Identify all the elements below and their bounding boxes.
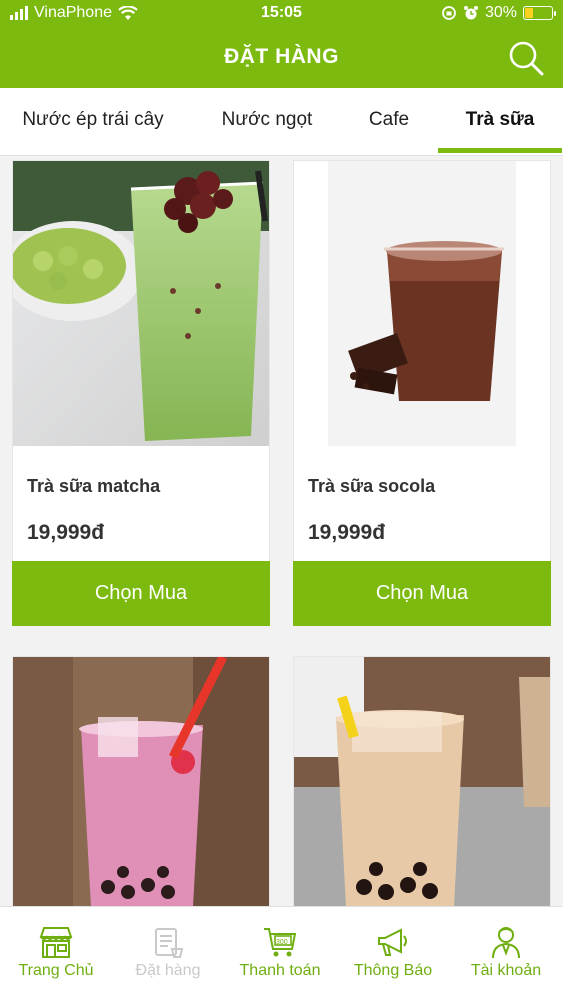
product-card-socola: Trà sữa socola 19,999đ Chọn Mua [293, 160, 551, 626]
nav-label: Tài khoản [470, 962, 542, 979]
buy-button-matcha[interactable]: Chọn Mua [12, 561, 270, 626]
product-card-3 [12, 656, 270, 907]
alarm-icon [463, 6, 478, 20]
nav-label: Thông Báo [353, 962, 433, 979]
nav-label: Đặt hàng [135, 962, 201, 979]
search-icon [509, 41, 544, 76]
tab-nuoc-ep-trai-cay[interactable]: Nước ép trái cây [0, 88, 186, 154]
buy-button-socola[interactable]: Chọn Mua [293, 561, 551, 626]
page-title: ĐẶT HÀNG [224, 45, 339, 68]
search-button[interactable] [507, 39, 545, 77]
product-price: 19,999đ [308, 521, 386, 544]
cart-icon: 300 [264, 928, 297, 957]
product-card-4 [293, 656, 551, 907]
product-image-matcha [13, 161, 269, 451]
product-card-matcha: Trà sữa matcha 19,999đ Chọn Mua [12, 160, 270, 626]
product-image-4 [294, 657, 550, 912]
nav-thong-bao[interactable]: Thông Báo [337, 907, 449, 1000]
user-icon [492, 927, 520, 959]
svg-text:300: 300 [276, 939, 288, 946]
nav-label: Thanh toán [239, 962, 321, 979]
app-header: ĐẶT HÀNG [0, 28, 563, 88]
battery-percent: 30% [484, 4, 517, 21]
product-name: Trà sữa socola [308, 476, 436, 496]
product-image-3 [13, 657, 269, 912]
tab-tra-sua[interactable]: Trà sữa [438, 88, 562, 154]
bottom-navigation: Trang Chủ Đặt hàng 300 Thanh toán Thông … [0, 906, 563, 1000]
tab-nuoc-ngot[interactable]: Nước ngọt [200, 88, 334, 154]
megaphone-icon [378, 928, 407, 956]
nav-dat-hang[interactable]: Đặt hàng [112, 907, 224, 1000]
product-name: Trà sữa matcha [27, 476, 161, 496]
product-image-socola [294, 161, 550, 451]
nav-trang-chu[interactable]: Trang Chủ [0, 907, 112, 1000]
order-icon [155, 928, 184, 958]
nav-thanh-toan[interactable]: 300 Thanh toán [224, 907, 336, 1000]
nav-tai-khoan[interactable]: Tài khoản [450, 907, 562, 1000]
product-price: 19,999đ [27, 521, 105, 544]
status-bar: VinaPhone 15:05 30% [0, 0, 563, 28]
nav-label: Trang Chủ [18, 962, 94, 979]
battery-icon [523, 6, 556, 20]
lock-rotation-icon [442, 6, 456, 20]
active-tab-indicator [438, 148, 562, 153]
tab-cafe[interactable]: Cafe [350, 88, 428, 154]
category-tabs: Nước ép trái cây Nước ngọt Cafe Trà sữa [0, 88, 563, 156]
store-icon [39, 927, 73, 958]
